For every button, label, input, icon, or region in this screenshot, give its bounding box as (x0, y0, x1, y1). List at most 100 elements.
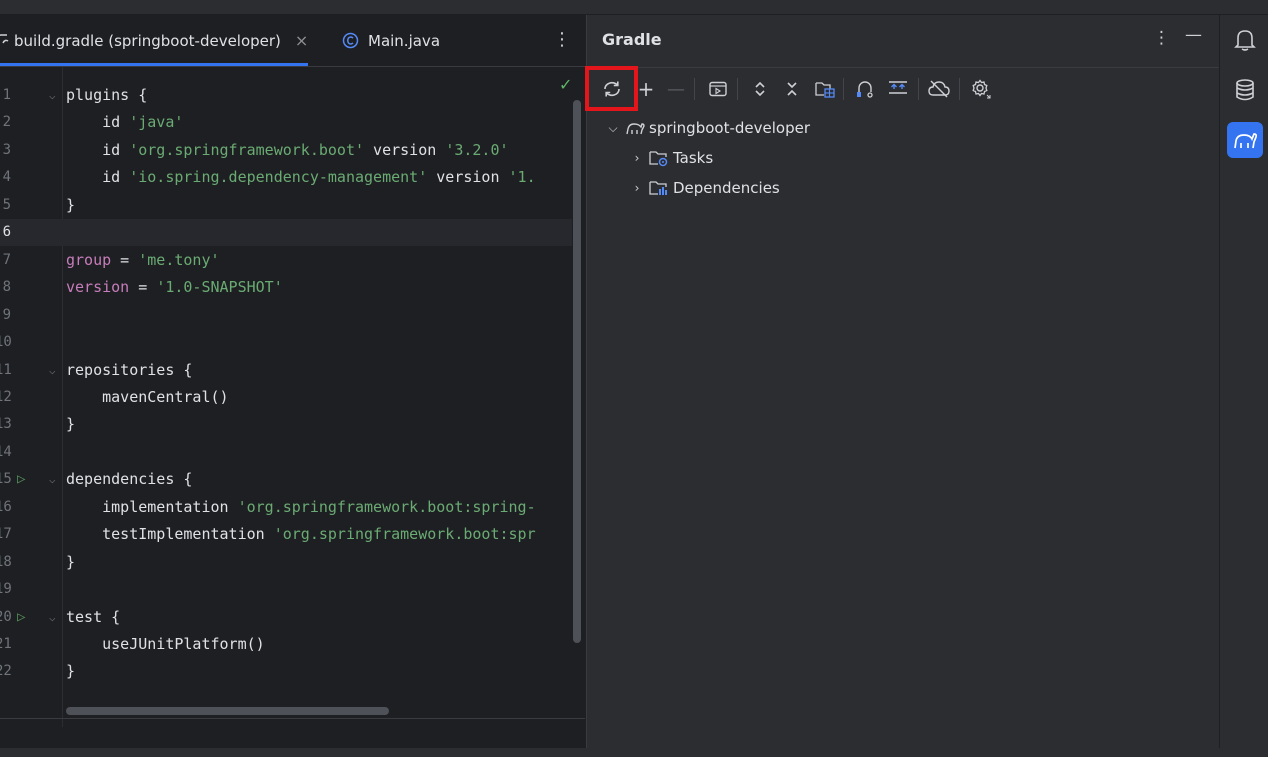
inspection-ok-icon[interactable]: ✓ (559, 75, 572, 94)
code-token: useJUnitPlatform() (66, 635, 265, 653)
code-line[interactable]: 17 testImplementation 'org.springframewo… (0, 521, 572, 548)
expand-all-button[interactable] (749, 78, 771, 100)
code-line[interactable]: 14 (0, 439, 572, 466)
code-token: '1.0-SNAPSHOT' (156, 278, 283, 297)
add-gradle-project-button[interactable]: + (635, 77, 657, 101)
code-line[interactable]: 22} (0, 658, 572, 685)
chevron-right-icon[interactable]: › (629, 181, 645, 195)
tab-label: build.gradle (springboot-developer) (14, 31, 281, 50)
line-number: 17 (0, 526, 12, 543)
code-token: } (66, 552, 76, 571)
fold-chevron-icon[interactable]: ⌵ (49, 82, 56, 109)
close-icon[interactable]: × (295, 31, 308, 50)
run-gutter-icon[interactable]: ▷ (17, 466, 25, 493)
minimize-icon[interactable]: — (1185, 25, 1202, 45)
code-line[interactable]: 5} (0, 192, 572, 219)
fold-chevron-icon[interactable]: ⌵ (49, 604, 56, 631)
chevron-down-icon[interactable]: ⌵ (605, 121, 621, 136)
line-number: 14 (0, 443, 12, 460)
gradle-file-icon (0, 33, 9, 43)
cloud-off-icon (928, 80, 950, 98)
fold-chevron-icon[interactable]: ⌵ (49, 357, 56, 384)
tab-options-icon[interactable]: ⋮ (553, 29, 571, 50)
code-token: 'io.spring.dependency-management' (129, 168, 428, 187)
collapse-all-button[interactable] (781, 78, 803, 100)
line-number: 16 (0, 498, 12, 515)
toggle-offline-cloud-button[interactable] (928, 78, 950, 100)
group-modules-button[interactable] (814, 78, 836, 100)
gradle-settings-button[interactable] (970, 78, 992, 100)
code-line[interactable]: 2 id 'java' (0, 109, 572, 136)
code-token: 'org.springframework.boot' (129, 140, 365, 159)
editor-tab-bar: build.gradle (springboot-developer) × Ma… (0, 15, 585, 67)
code-line[interactable]: 1 ⌵ plugins { (0, 82, 572, 109)
line-number: 6 (2, 224, 11, 241)
code-token: } (66, 662, 76, 681)
toolbar-separator (843, 78, 844, 100)
line-number: 3 (2, 141, 11, 158)
code-line[interactable]: 19 (0, 576, 572, 603)
tree-item-tasks[interactable]: › Tasks (629, 143, 714, 173)
code-line[interactable]: 6 (0, 219, 572, 247)
code-text: group = 'me.tony' (66, 247, 220, 274)
run-gutter-icon[interactable]: ▷ (17, 604, 25, 631)
code-text: id 'org.springframework.boot' version '3… (66, 137, 508, 164)
code-text: id 'io.spring.dependency-management' ver… (66, 164, 536, 191)
code-line[interactable]: 4 id 'io.spring.dependency-management' v… (0, 164, 572, 191)
gear-icon (972, 79, 991, 99)
editor-panel: build.gradle (springboot-developer) × Ma… (0, 15, 585, 748)
notifications-button[interactable] (1228, 23, 1262, 57)
line-number: 8 (2, 279, 11, 296)
line-number: 13 (0, 416, 12, 433)
tab-main-java[interactable]: Main.java (342, 15, 440, 66)
vertical-scrollbar[interactable] (573, 100, 581, 643)
code-text: repositories { (66, 357, 192, 384)
fold-chevron-icon[interactable]: ⌵ (49, 466, 56, 493)
line-number: 21 (0, 636, 12, 652)
chevron-right-icon[interactable]: › (629, 151, 645, 165)
code-text: mavenCentral() (66, 384, 228, 411)
code-line[interactable]: 15 ▷ ⌵ dependencies { (0, 466, 572, 493)
code-text: testImplementation 'org.springframework.… (66, 521, 536, 548)
dependencies-icon (857, 81, 873, 98)
code-token: group (66, 250, 112, 269)
tab-build-gradle[interactable]: build.gradle (springboot-developer) × (0, 15, 309, 66)
code-line[interactable]: 10 (0, 329, 572, 356)
code-line[interactable]: 20 ▷ ⌵ test { (0, 604, 572, 631)
analyze-dependencies-button[interactable] (854, 78, 876, 100)
tree-item-dependencies[interactable]: › Dependencies (629, 173, 780, 203)
tree-item-springboot-developer[interactable]: ⌵ springboot-developer (605, 113, 810, 143)
reload-all-gradle-projects-button[interactable] (601, 78, 623, 100)
code-line[interactable]: 13} (0, 411, 572, 438)
panel-options-icon[interactable]: ⋮ (1153, 28, 1170, 48)
bell-icon (1234, 30, 1256, 51)
code-line[interactable]: 8 version = '1.0-SNAPSHOT' (0, 274, 572, 301)
toolbar-separator (918, 78, 919, 100)
code-line[interactable]: 12 mavenCentral() (0, 384, 572, 411)
database-button[interactable] (1228, 73, 1262, 107)
code-area[interactable]: 1 ⌵ plugins {2 id 'java' 3 id 'org.springfr… (0, 67, 572, 727)
code-line[interactable]: 7 group = 'me.tony' (0, 247, 572, 274)
remove-gradle-project-button[interactable]: — (665, 78, 687, 100)
horizontal-scrollbar[interactable] (66, 707, 389, 715)
code-line[interactable]: 16 implementation 'org.springframework.b… (0, 494, 572, 521)
code-token: 'org.springframework.boot:spring- (237, 497, 536, 516)
database-icon (1236, 79, 1254, 101)
toolbar-separator (959, 78, 960, 100)
minus-icon: — (667, 78, 685, 100)
toggle-offline-mode-button[interactable] (887, 78, 909, 100)
refresh-icon (604, 81, 620, 97)
run-task-icon (709, 81, 727, 97)
line-number: 7 (2, 251, 11, 268)
code-line[interactable]: 21 useJUnitPlatform() (0, 631, 572, 658)
code-token: version (66, 278, 130, 297)
code-line[interactable]: 18} (0, 549, 572, 576)
line-number: 9 (2, 306, 11, 323)
code-line[interactable]: 11 ⌵ repositories { (0, 357, 572, 384)
gradle-tool-window-button[interactable] (1227, 122, 1263, 158)
code-line[interactable]: 9 (0, 302, 572, 329)
code-token: 'me.tony' (138, 250, 220, 269)
execute-gradle-task-button[interactable] (707, 78, 729, 100)
tree-item-label: Tasks (673, 149, 714, 167)
code-line[interactable]: 3 id 'org.springframework.boot' version … (0, 137, 572, 164)
